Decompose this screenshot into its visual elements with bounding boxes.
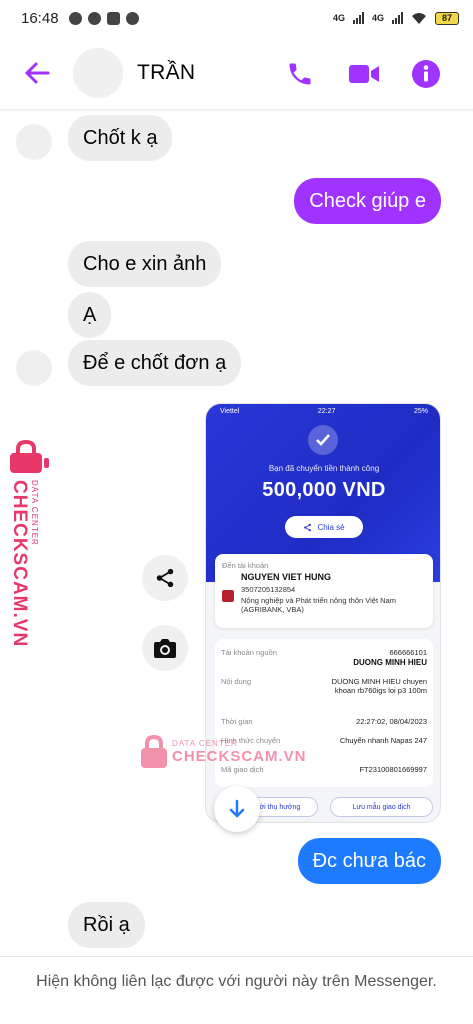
message-bubble[interactable]: Cho e xin ảnh — [68, 241, 222, 287]
info-icon — [412, 60, 440, 88]
messenger-icon — [68, 11, 82, 25]
recipient-account: 3507205132854 — [241, 585, 296, 594]
watermark-sub: DATA CENTER — [30, 480, 39, 546]
battery-indicator: 87 — [435, 11, 459, 25]
message-bubble[interactable]: Đc chưa bác — [297, 838, 441, 884]
arrow-down-icon — [229, 799, 245, 818]
contact-avatar[interactable] — [73, 48, 123, 98]
scroll-to-bottom-button[interactable] — [214, 786, 260, 832]
content-label: Nội dung — [221, 677, 252, 686]
status-time: 16:48 — [21, 9, 59, 27]
time-row: Thời gian 22:27:02, 08/04/2023 — [221, 717, 427, 726]
bank-logo — [222, 590, 234, 602]
recipient-name: NGUYEN VIET HUNG — [241, 572, 332, 582]
info-button[interactable] — [410, 58, 442, 90]
back-button[interactable] — [22, 58, 52, 88]
receipt-share-button: Chia sẻ — [285, 516, 363, 538]
recipient-card: Đến tài khoản NGUYEN VIET HUNG 350720513… — [215, 554, 433, 628]
checkmark-icon — [308, 425, 338, 455]
time-label: Thời gian — [221, 717, 253, 726]
status-bar: 16:48 4G 4G 87 — [0, 0, 473, 36]
receipt-share-label: Chia sẻ — [317, 522, 345, 532]
message-bubble[interactable]: Rồi ạ — [68, 902, 145, 948]
facebook-icon — [125, 11, 139, 25]
source-row: Tài khoản nguồn 666666101 — [221, 648, 427, 657]
lock-icon — [141, 735, 167, 768]
voice-call-button[interactable] — [284, 58, 316, 90]
message-bubble[interactable]: Ạ — [68, 292, 112, 338]
signal-icon-2 — [392, 12, 403, 24]
video-call-button[interactable] — [347, 58, 381, 90]
watermark-mid-sub: DATA CENTER — [172, 739, 238, 748]
notification-icons — [68, 11, 139, 25]
network-label-2: 4G — [371, 13, 384, 23]
contact-name[interactable]: TRẦN — [137, 61, 195, 85]
txn-value: FT23100801669997 — [359, 765, 427, 774]
youtube-icon — [106, 11, 120, 25]
time-value: 22:27:02, 08/04/2023 — [356, 717, 427, 726]
source-name: DUONG MINH HIEU — [353, 658, 427, 667]
save-template-label: Lưu mẫu giao dịch — [352, 803, 411, 811]
checkscam-watermark: CHECKSCAM.VN DATA CENTER — [2, 440, 52, 647]
lock-icon — [10, 440, 49, 473]
watermark-main: CHECKSCAM.VN — [9, 480, 30, 648]
receipt-time: 22:27 — [317, 408, 336, 415]
wifi-icon — [412, 12, 426, 24]
to-account-label: Đến tài khoản — [222, 561, 269, 570]
source-label: Tài khoản nguồn — [221, 648, 277, 657]
save-template-button: Lưu mẫu giao dịch — [330, 797, 433, 817]
video-camera-icon — [349, 65, 379, 83]
share-icon — [156, 568, 174, 588]
arrow-left-icon — [25, 62, 50, 84]
status-right: 4G 4G 87 — [332, 11, 459, 25]
checkscam-watermark-mid: DATA CENTER CHECKSCAM.VN — [140, 735, 306, 775]
receipt-amount: 500,000 VND — [262, 479, 386, 501]
chat-header: TRẦN — [0, 36, 473, 110]
receipt-success-text: Bạn đã chuyển tiền thành công — [268, 464, 380, 473]
receipt-status-bar: Viettel 22:27 25% — [206, 405, 440, 418]
content-row: Nội dung DUONG MINH HIEU chuyen khoan rb… — [221, 677, 427, 695]
message-bubble[interactable]: Để e chốt đơn ạ — [68, 340, 242, 386]
content-value: DUONG MINH HIEU chuyen khoan rb760igs lo… — [331, 677, 427, 695]
sender-avatar[interactable] — [16, 350, 52, 386]
phone-icon — [289, 63, 311, 85]
share-button[interactable] — [142, 555, 188, 601]
save-image-button[interactable] — [142, 625, 188, 671]
receipt-carrier: Viettel — [220, 408, 240, 415]
method-value: Chuyển nhanh Napas 247 — [339, 736, 427, 745]
share-icon — [304, 523, 312, 531]
source-account: 666666101 — [389, 648, 427, 657]
message-bubble[interactable]: Check giúp e — [294, 178, 441, 224]
message-bubble[interactable]: Chốt k ạ — [68, 115, 173, 161]
recipient-bank: Nông nghiệp và Phát triển nông thôn Việt… — [241, 596, 396, 614]
unavailable-notice: Hiện không liên lạc được với người này t… — [0, 956, 473, 1024]
telegram-icon — [87, 11, 101, 25]
network-label-1: 4G — [332, 13, 345, 23]
camera-icon — [154, 639, 176, 658]
watermark-mid-main: CHECKSCAM.VN — [172, 748, 307, 765]
sender-avatar[interactable] — [16, 124, 52, 160]
signal-icon — [352, 12, 364, 24]
receipt-battery: 25% — [413, 408, 428, 415]
